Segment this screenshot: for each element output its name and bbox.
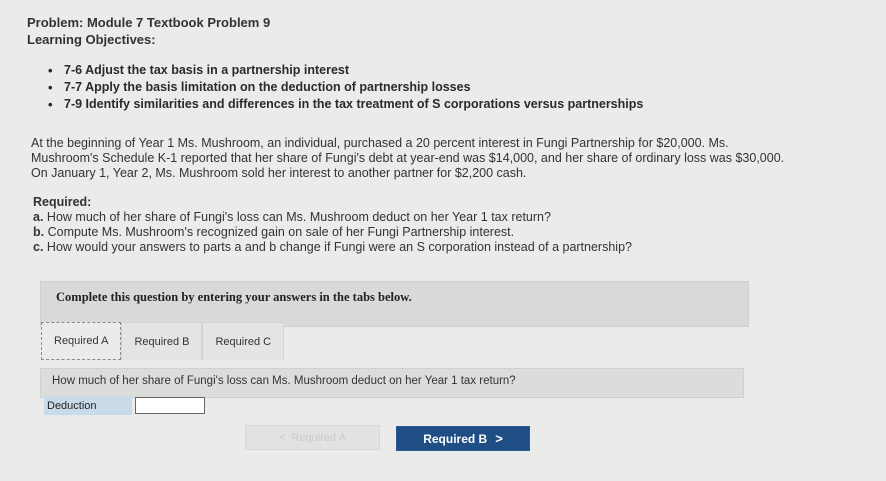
- next-required-button[interactable]: Required B >: [396, 426, 530, 451]
- problem-statement: At the beginning of Year 1 Ms. Mushroom,…: [31, 136, 785, 180]
- tab-required-c[interactable]: Required C: [202, 322, 285, 360]
- required-section: Required: a. How much of her share of Fu…: [33, 195, 632, 255]
- part-letter: b.: [33, 225, 45, 239]
- part-letter: c.: [33, 240, 44, 254]
- tab-required-a[interactable]: Required A: [41, 322, 122, 360]
- required-tabs: Required A Required B Required C: [41, 322, 285, 362]
- instruction-text: Complete this question by entering your …: [56, 290, 412, 304]
- part-text: How would your answers to parts a and b …: [46, 240, 632, 254]
- part-text: How much of her share of Fungi's loss ca…: [46, 210, 551, 224]
- part-text: Compute Ms. Mushroom's recognized gain o…: [47, 225, 515, 239]
- deduction-label: Deduction: [44, 396, 132, 415]
- problem-header: Problem: Module 7 Textbook Problem 9 Lea…: [27, 14, 270, 48]
- learning-objectives-heading: Learning Objectives:: [27, 32, 156, 47]
- objective-item: 7-6 Adjust the tax basis in a partnershi…: [48, 62, 643, 79]
- chevron-right-icon: >: [495, 431, 503, 446]
- question-prompt-box: How much of her share of Fungi's loss ca…: [40, 368, 744, 398]
- prev-button-label: Required A: [291, 431, 346, 444]
- deduction-row: Deduction: [44, 396, 205, 416]
- required-part-b: b. Compute Ms. Mushroom's recognized gai…: [33, 225, 632, 240]
- deduction-input[interactable]: [135, 397, 205, 414]
- next-button-label: Required B: [423, 431, 488, 446]
- problem-title: Problem: Module 7 Textbook Problem 9: [27, 15, 271, 30]
- question-text: How much of her share of Fungi's loss ca…: [52, 375, 516, 387]
- objective-item: 7-7 Apply the basis limitation on the de…: [48, 79, 643, 96]
- objective-item: 7-9 Identify similarities and difference…: [48, 96, 643, 113]
- chevron-left-icon: <: [279, 431, 286, 444]
- required-heading: Required:: [33, 195, 92, 209]
- prev-required-button[interactable]: < Required A: [245, 425, 380, 450]
- part-letter: a.: [33, 210, 44, 224]
- instruction-banner: Complete this question by entering your …: [40, 281, 749, 327]
- required-part-c: c. How would your answers to parts a and…: [33, 240, 632, 255]
- required-part-a: a. How much of her share of Fungi's loss…: [33, 210, 632, 225]
- learning-objectives-list: 7-6 Adjust the tax basis in a partnershi…: [48, 62, 643, 113]
- tab-required-b[interactable]: Required B: [121, 322, 203, 360]
